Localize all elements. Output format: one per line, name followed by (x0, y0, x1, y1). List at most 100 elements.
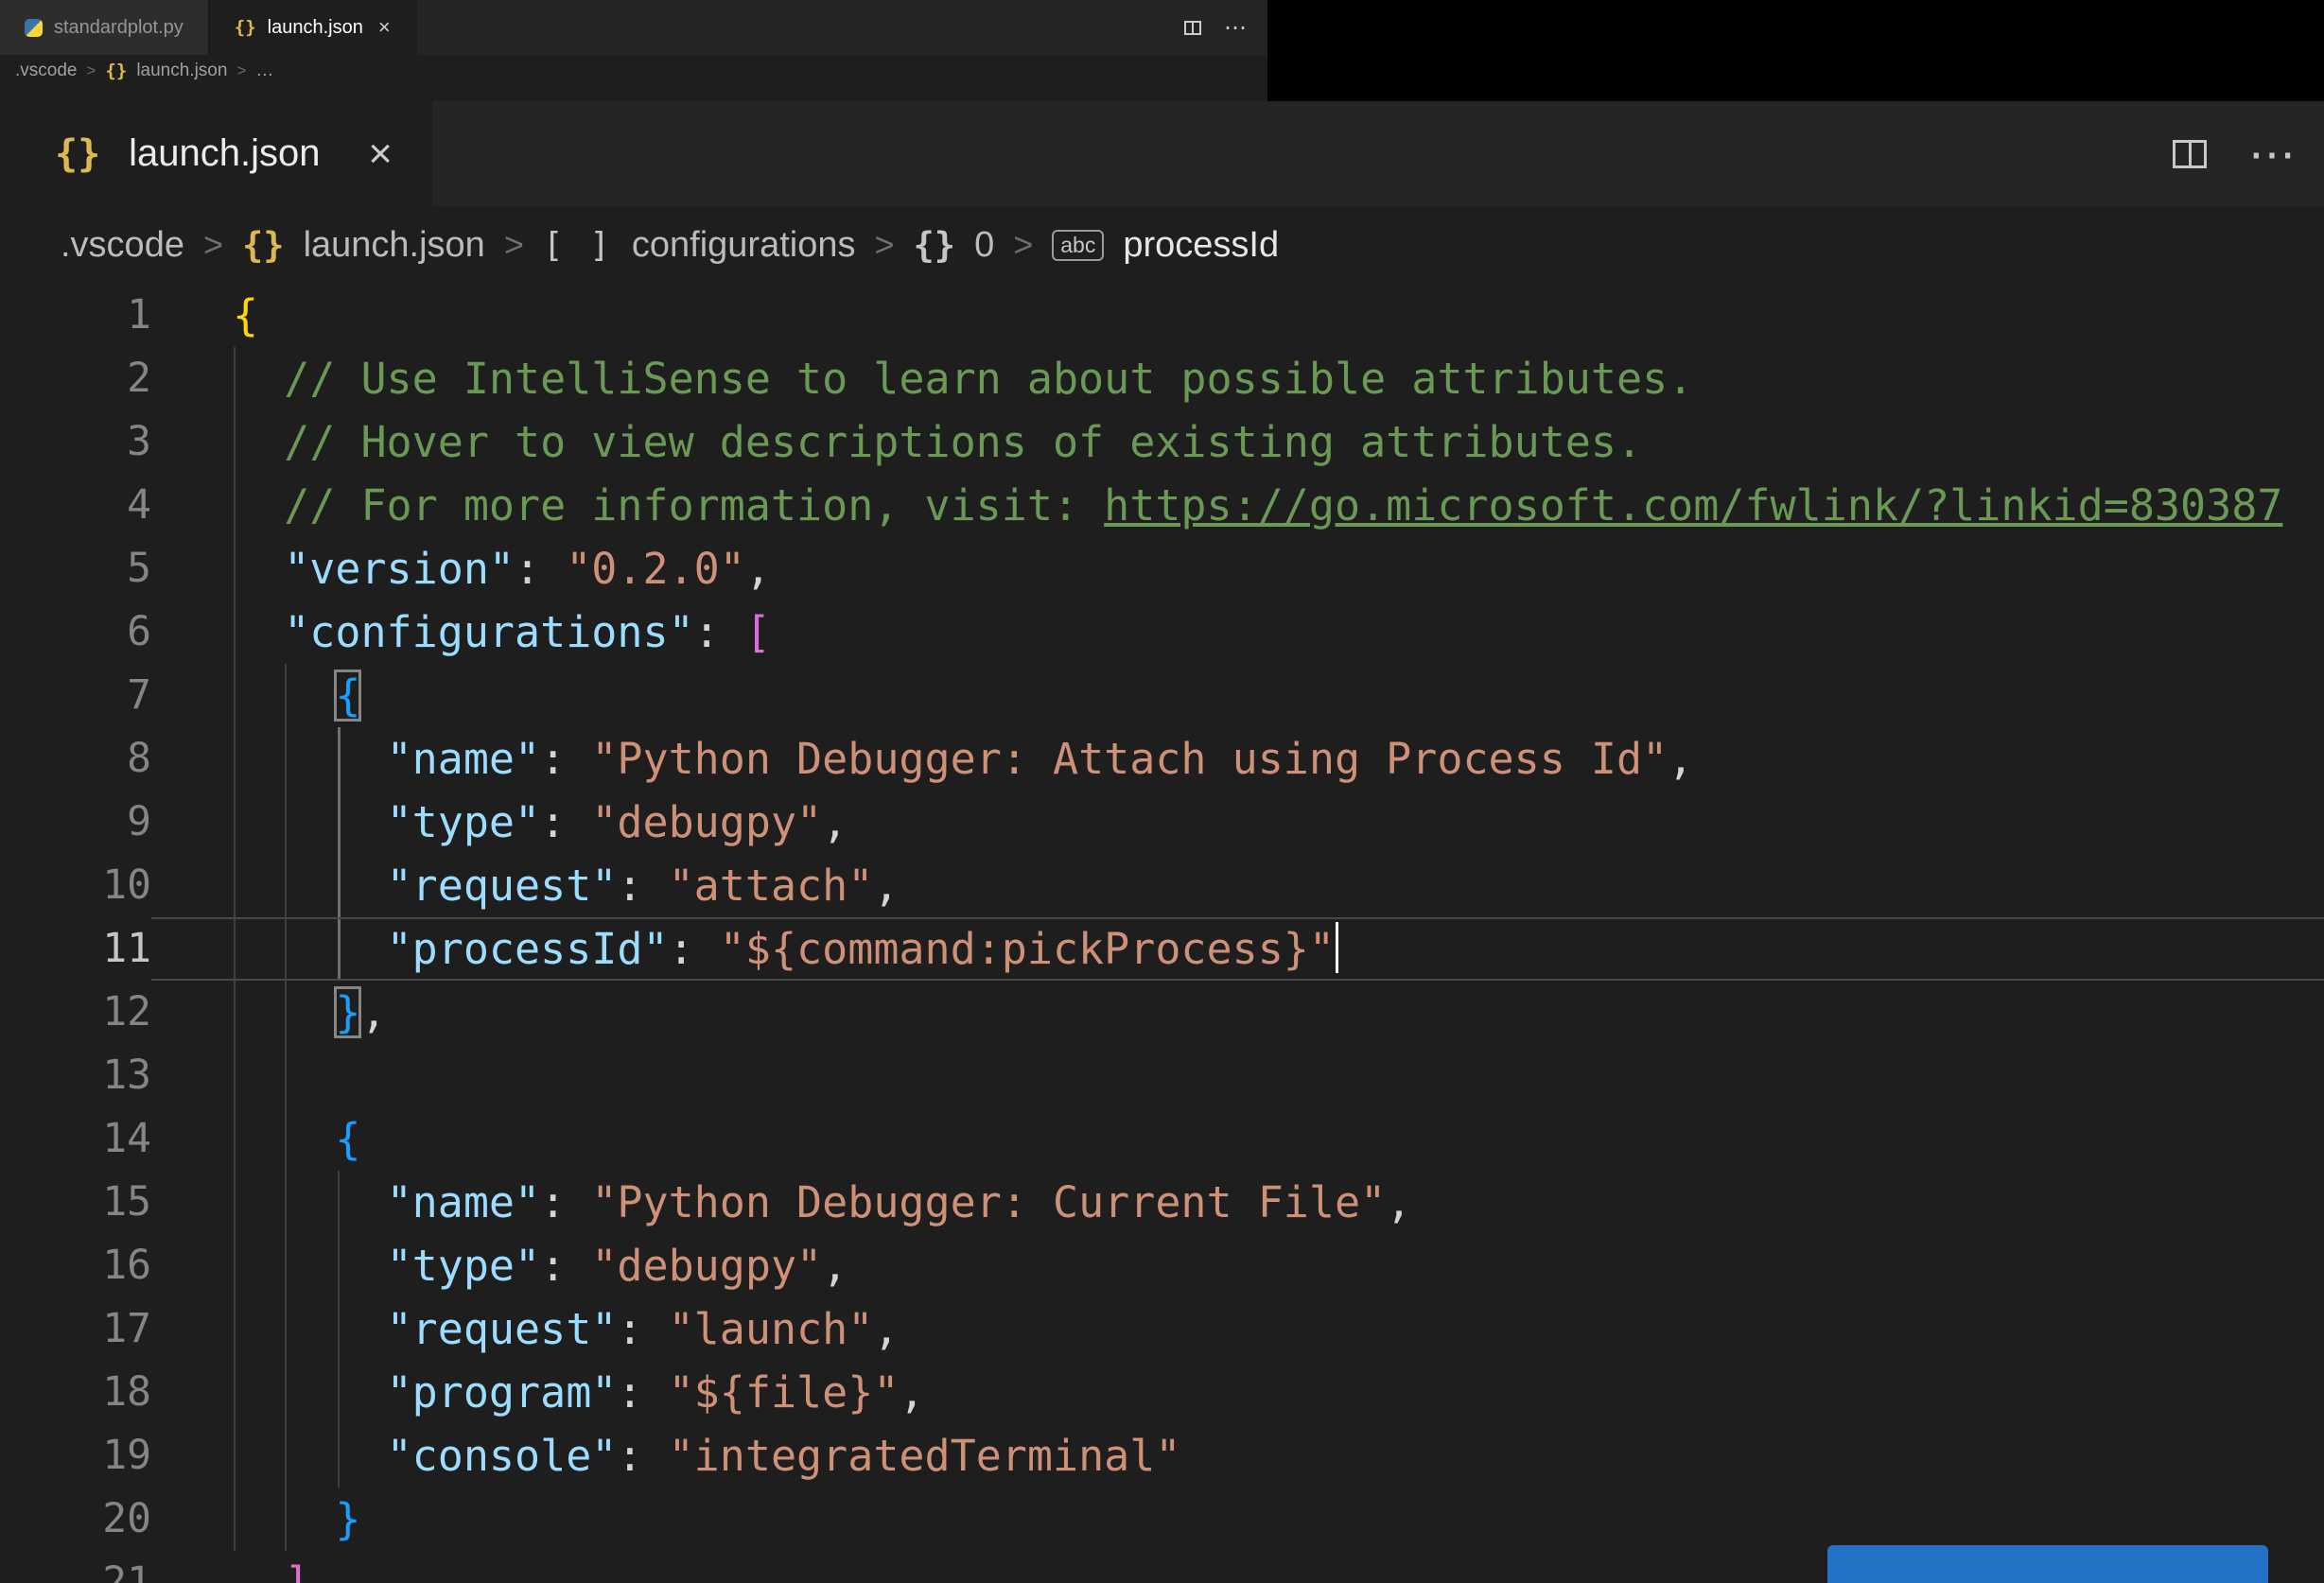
line-content: "configurations": [ (151, 600, 2324, 664)
breadcrumb-item-processid[interactable]: processId (1123, 225, 1279, 266)
code-token: "Python Debugger: Current File" (591, 1177, 1387, 1227)
code-token: : (668, 924, 720, 974)
tab-launch-json[interactable]: {} launch.json × (209, 0, 417, 55)
breadcrumb-item-vscode[interactable]: .vscode (61, 225, 184, 266)
matched-bracket: } (334, 986, 362, 1038)
breadcrumb-item-more[interactable]: … (255, 61, 273, 81)
code-line[interactable]: 4 // For more information, visit: https:… (0, 474, 2324, 537)
line-number[interactable]: 2 (0, 347, 151, 410)
code-token: , (822, 1241, 848, 1291)
code-token: [ (744, 607, 771, 657)
code-token: https://go.microsoft.com/fwlink/?linkid=… (1104, 480, 2283, 531)
breadcrumb-item-0[interactable]: 0 (974, 225, 994, 266)
line-number[interactable]: 21 (0, 1551, 151, 1583)
editor-actions-zoomed: ⋯ (2173, 101, 2298, 206)
code-token: "configurations" (284, 607, 694, 657)
code-token: "type" (386, 1241, 541, 1291)
code-token: : (540, 1177, 592, 1227)
code-token: , (1668, 734, 1694, 784)
chevron-right-icon: > (86, 61, 96, 79)
line-number[interactable]: 5 (0, 537, 151, 600)
line-number[interactable]: 20 (0, 1487, 151, 1551)
breadcrumb-item-vscode[interactable]: .vscode (15, 61, 77, 81)
code-line[interactable]: 5 "version": "0.2.0", (0, 537, 2324, 600)
code-line[interactable]: 16 "type": "debugpy", (0, 1234, 2324, 1297)
tab-standardplot-py[interactable]: standardplot.py (0, 0, 210, 55)
code-token: , (873, 861, 900, 911)
code-line[interactable]: 11 "processId": "${command:pickProcess}" (0, 917, 2324, 981)
code-line[interactable]: 15 "name": "Python Debugger: Current Fil… (0, 1171, 2324, 1234)
line-number[interactable]: 13 (0, 1044, 151, 1107)
line-content: "type": "debugpy", (151, 1234, 2324, 1297)
line-number[interactable]: 9 (0, 791, 151, 854)
chevron-right-icon: > (874, 225, 895, 264)
code-line[interactable]: 21 ] (0, 1551, 2324, 1583)
line-number[interactable]: 7 (0, 664, 151, 727)
line-content: } (151, 1487, 2324, 1551)
code-token: : (693, 607, 745, 657)
line-number[interactable]: 10 (0, 854, 151, 917)
close-icon[interactable]: × (378, 15, 391, 40)
code-token: // For more information, visit: (284, 480, 1105, 531)
line-content: // Use IntelliSense to learn about possi… (151, 347, 2324, 410)
code-line[interactable]: 8 "name": "Python Debugger: Attach using… (0, 727, 2324, 791)
code-line[interactable]: 14 { (0, 1107, 2324, 1171)
breadcrumb-item-file[interactable]: launch.json (304, 225, 485, 266)
line-number[interactable]: 15 (0, 1171, 151, 1234)
code-token: "integratedTerminal" (668, 1431, 1181, 1481)
line-number[interactable]: 17 (0, 1297, 151, 1361)
code-line[interactable]: 6 "configurations": [ (0, 600, 2324, 664)
tab-launch-json-zoomed[interactable]: {} launch.json × (0, 101, 432, 206)
code-line[interactable]: 19 "console": "integratedTerminal" (0, 1424, 2324, 1487)
breadcrumb-item-file[interactable]: launch.json (136, 61, 227, 81)
json-braces-icon: {} (242, 224, 285, 266)
code-line[interactable]: 17 "request": "launch", (0, 1297, 2324, 1361)
code-line[interactable]: 18 "program": "${file}", (0, 1361, 2324, 1424)
line-number[interactable]: 19 (0, 1424, 151, 1487)
code-token: : (540, 734, 592, 784)
more-actions-icon[interactable]: ⋯ (1224, 14, 1248, 42)
breadcrumb-item-configurations[interactable]: configurations (632, 225, 856, 266)
line-number[interactable]: 6 (0, 600, 151, 664)
code-line[interactable]: 10 "request": "attach", (0, 854, 2324, 917)
line-number[interactable]: 4 (0, 474, 151, 537)
code-token: "${command:pickProcess}" (719, 924, 1335, 974)
line-number[interactable]: 11 (0, 917, 151, 981)
code-line[interactable]: 12 }, (0, 981, 2324, 1044)
json-braces-icon: {} (105, 61, 128, 81)
close-icon[interactable]: × (368, 130, 393, 178)
line-number[interactable]: 12 (0, 981, 151, 1044)
code-line[interactable]: 1{ (0, 284, 2324, 347)
code-line[interactable]: 3 // Hover to view descriptions of exist… (0, 410, 2324, 474)
line-number[interactable]: 1 (0, 284, 151, 347)
line-number[interactable]: 16 (0, 1234, 151, 1297)
code-lines: 1{2 // Use IntelliSense to learn about p… (0, 284, 2324, 1583)
chevron-right-icon: > (236, 61, 247, 79)
code-token: "${file}" (668, 1367, 900, 1418)
split-editor-icon[interactable] (1184, 20, 1201, 35)
code-token: { (233, 290, 259, 340)
line-number[interactable]: 18 (0, 1361, 151, 1424)
split-editor-icon[interactable] (2173, 139, 2207, 168)
code-line[interactable]: 13 (0, 1044, 2324, 1107)
line-number[interactable]: 14 (0, 1107, 151, 1171)
code-line[interactable]: 2 // Use IntelliSense to learn about pos… (0, 347, 2324, 410)
more-actions-icon[interactable]: ⋯ (2248, 127, 2298, 182)
line-number[interactable]: 3 (0, 410, 151, 474)
line-number[interactable]: 8 (0, 727, 151, 791)
code-token: : (540, 797, 592, 847)
code-line[interactable]: 7 { (0, 664, 2324, 727)
line-content: "name": "Python Debugger: Current File", (151, 1171, 2324, 1234)
line-content: "processId": "${command:pickProcess}" (151, 917, 2324, 981)
code-line[interactable]: 9 "type": "debugpy", (0, 791, 2324, 854)
code-editor[interactable]: 1{2 // Use IntelliSense to learn about p… (0, 284, 2324, 1583)
code-token: "Python Debugger: Attach using Process I… (591, 734, 1669, 784)
code-line[interactable]: 20 } (0, 1487, 2324, 1551)
code-token: : (515, 544, 567, 594)
code-token: : (617, 1304, 669, 1354)
